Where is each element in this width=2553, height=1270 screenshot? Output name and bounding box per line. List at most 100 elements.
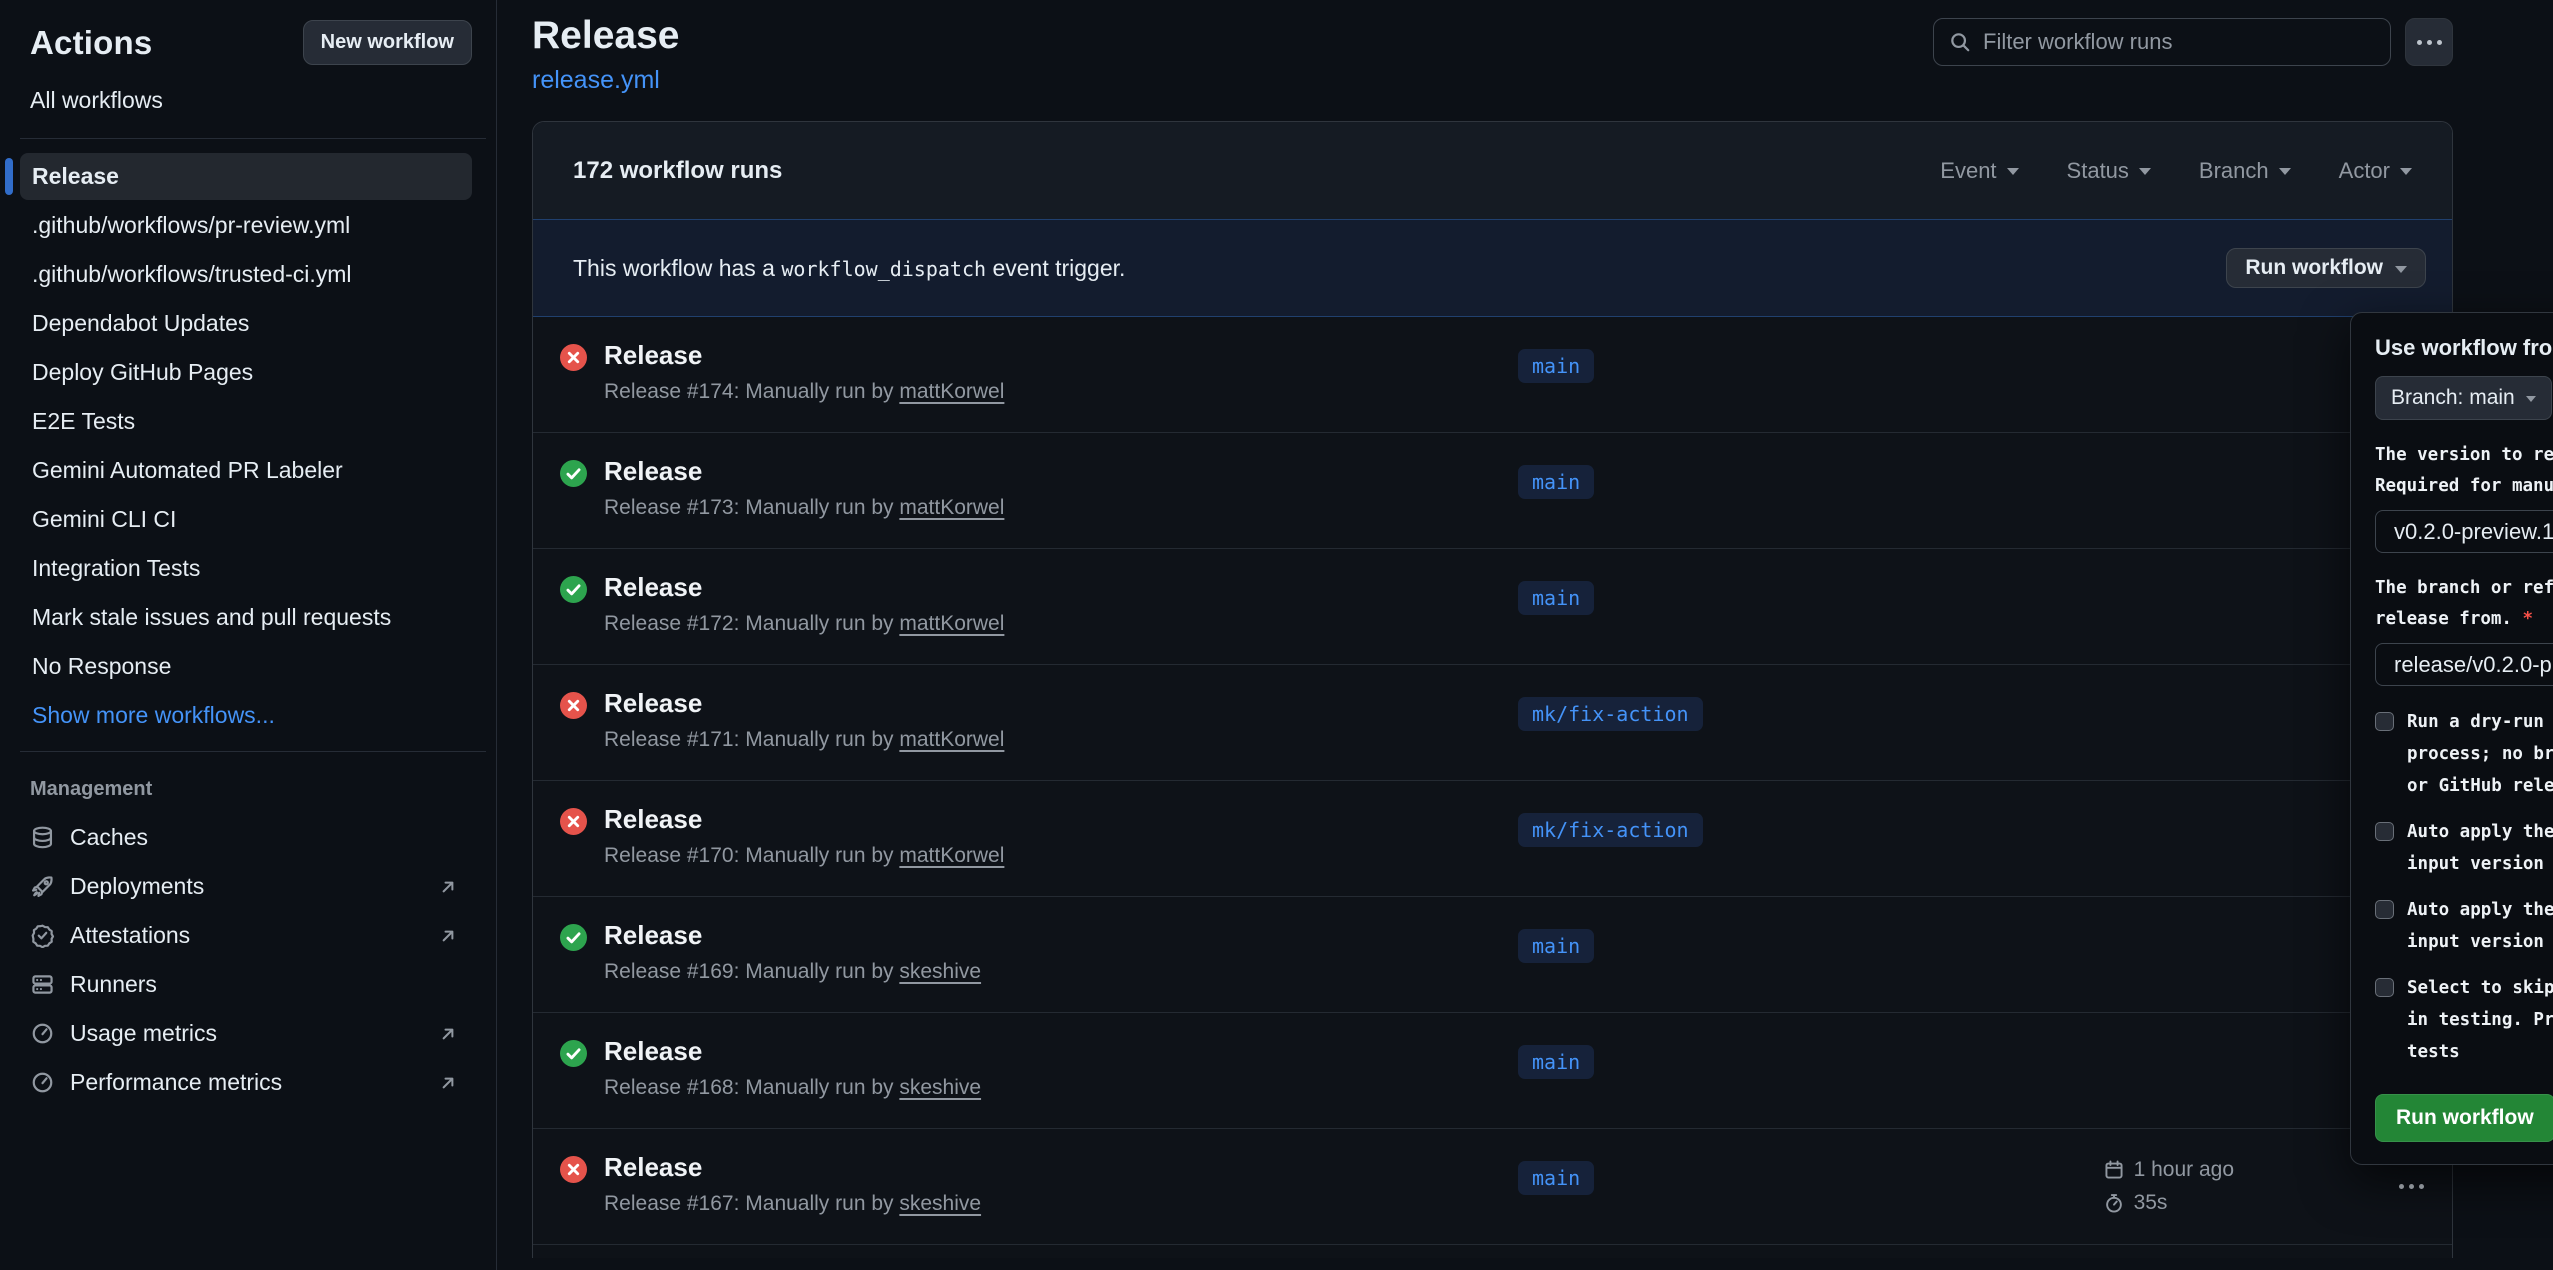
run-actor-link[interactable]: mattKorwel [899, 496, 1004, 519]
workflow-run-row[interactable]: Release Release #168: Manually run by sk… [533, 1013, 2452, 1129]
workflow-options-kebab-button[interactable] [2405, 18, 2453, 66]
checkbox[interactable] [2375, 712, 2394, 731]
branch-badge[interactable]: main [1518, 465, 1594, 499]
failure-x-icon [560, 808, 587, 835]
sidebar-management-item[interactable]: Runners [0, 960, 496, 1009]
branch-badge[interactable]: main [1518, 929, 1594, 963]
branch-badge[interactable]: main [1518, 1161, 1594, 1195]
branch-badge[interactable]: main [1518, 349, 1594, 383]
branch-badge[interactable]: mk/fix-action [1518, 813, 1703, 847]
checkbox[interactable] [2375, 900, 2394, 919]
sidebar-workflow-item[interactable]: Mark stale issues and pull requests [20, 594, 472, 641]
workflow-run-row[interactable]: Release Release #171: Manually run by ma… [533, 665, 2452, 781]
filter-dropdown[interactable]: Branch [2199, 158, 2291, 184]
workflow-run-row[interactable]: Release Release #173: Manually run by ma… [533, 433, 2452, 549]
filter-dropdown[interactable]: Status [2067, 158, 2151, 184]
run-status-icon [560, 692, 587, 719]
run-title-link[interactable]: Release [604, 572, 702, 603]
sidebar-workflow-item[interactable]: Deploy GitHub Pages [20, 349, 472, 396]
run-actor-link[interactable]: mattKorwel [899, 612, 1004, 635]
sidebar-workflow-item[interactable]: Gemini CLI CI [20, 496, 472, 543]
workflow-file-link[interactable]: release.yml [532, 66, 660, 95]
management-item-icon [30, 1021, 55, 1046]
run-actor-link[interactable]: mattKorwel [899, 380, 1004, 403]
run-actor-link[interactable]: mattKorwel [899, 844, 1004, 867]
branch-badge[interactable]: main [1518, 581, 1594, 615]
run-description: Release #172: Manually run by mattKorwel [604, 612, 1509, 636]
failure-x-icon [560, 344, 587, 371]
show-more-workflows-link[interactable]: Show more workflows... [20, 692, 472, 739]
run-kebab-menu[interactable] [2399, 1184, 2424, 1189]
sidebar-management-item[interactable]: Attestations [0, 911, 496, 960]
sidebar-workflow-item[interactable]: .github/workflows/pr-review.yml [20, 202, 472, 249]
management-item-icon [30, 874, 55, 899]
checkbox-label: Run a dry-run of the release process; no… [2407, 706, 2553, 802]
external-link-icon [438, 1024, 458, 1044]
run-actor-link[interactable]: mattKorwel [899, 728, 1004, 751]
dispatch-banner-text: This workflow has a workflow_dispatch ev… [573, 255, 1125, 282]
run-title-link[interactable]: Release [604, 1036, 702, 1067]
management-section-title: Management [0, 756, 496, 813]
workflow-run-row[interactable]: Release Release #169: Manually run by sk… [533, 897, 2452, 1013]
run-description: Release #169: Manually run by skeshive [604, 960, 1509, 984]
workflow-dispatch-banner: This workflow has a workflow_dispatch ev… [533, 219, 2452, 317]
sidebar-workflow-item[interactable]: Release [20, 153, 472, 200]
run-workflow-submit-button[interactable]: Run workflow [2375, 1094, 2553, 1142]
checkbox-row: Auto apply the preview release tag, inpu… [2375, 894, 2553, 958]
sidebar-management-item[interactable]: Caches [0, 813, 496, 862]
chevron-down-icon [2279, 168, 2291, 175]
sidebar-management-item[interactable]: Performance metrics [0, 1058, 496, 1107]
management-item-label: Runners [70, 971, 157, 998]
run-actor-link[interactable]: skeshive [899, 960, 981, 983]
checkbox[interactable] [2375, 822, 2394, 841]
run-actor-link[interactable]: skeshive [899, 1076, 981, 1099]
external-link-icon [438, 1073, 458, 1093]
sidebar-workflow-item[interactable]: Gemini Automated PR Labeler [20, 447, 472, 494]
checkbox[interactable] [2375, 978, 2394, 997]
filter-workflow-runs-searchbox[interactable] [1933, 18, 2391, 66]
sidebar-workflow-item[interactable]: Dependabot Updates [20, 300, 472, 347]
panel-checkbox-list: Run a dry-run of the release process; no… [2375, 706, 2553, 1068]
run-status-icon [560, 1040, 587, 1067]
filter-dropdown[interactable]: Actor [2339, 158, 2412, 184]
stopwatch-icon [2103, 1192, 2125, 1214]
run-time: 1 hour ago [2134, 1158, 2234, 1182]
branch-selector-button[interactable]: Branch: main [2375, 376, 2552, 420]
workflow-run-row[interactable]: Release Release #167: Manually run by sk… [533, 1129, 2452, 1245]
success-check-icon [560, 1040, 587, 1067]
runs-card-header: 172 workflow runs Event Status Branch Actor [533, 122, 2452, 219]
run-title-link[interactable]: Release [604, 920, 702, 951]
sidebar-management-item[interactable]: Usage metrics [0, 1009, 496, 1058]
workflow-dispatch-code: workflow_dispatch [781, 257, 986, 281]
run-status-icon [560, 808, 587, 835]
workflow-run-row[interactable]: Release Release #170: Manually run by ma… [533, 781, 2452, 897]
filter-dropdown[interactable]: Event [1940, 158, 2018, 184]
branch-badge[interactable]: mk/fix-action [1518, 697, 1703, 731]
sidebar-workflow-item[interactable]: .github/workflows/trusted-ci.yml [20, 251, 472, 298]
run-title-link[interactable]: Release [604, 1152, 702, 1183]
run-title-link[interactable]: Release [604, 688, 702, 719]
main-content: Release release.yml 172 workflow runs Ev… [497, 0, 2553, 1270]
new-workflow-button[interactable]: New workflow [303, 20, 472, 65]
sidebar-workflow-item[interactable]: E2E Tests [20, 398, 472, 445]
sidebar-title: Actions [30, 24, 152, 62]
run-workflow-dropdown-button[interactable]: Run workflow [2226, 248, 2426, 288]
branch-badge[interactable]: main [1518, 1045, 1594, 1079]
run-status-icon [560, 924, 587, 951]
run-title-link[interactable]: Release [604, 456, 702, 487]
filter-runs-input[interactable] [1983, 29, 2375, 55]
run-actor-link[interactable]: skeshive [899, 1192, 981, 1215]
workflow-run-row[interactable]: Release Release #174: Manually run by ma… [533, 317, 2452, 433]
sidebar-management-item[interactable]: Deployments [0, 862, 496, 911]
run-workflow-panel: Use workflow from Branch: main The versi… [2350, 312, 2553, 1165]
sidebar-workflow-item[interactable]: Integration Tests [20, 545, 472, 592]
ref-input[interactable] [2375, 643, 2553, 686]
sidebar-item-all-workflows[interactable]: All workflows [0, 65, 496, 134]
run-title-link[interactable]: Release [604, 340, 702, 371]
runs-count: 172 workflow runs [573, 157, 782, 185]
sidebar-workflow-item[interactable]: No Response [20, 643, 472, 690]
run-title-link[interactable]: Release [604, 804, 702, 835]
version-input[interactable] [2375, 510, 2553, 553]
workflow-run-row[interactable]: Release Release #172: Manually run by ma… [533, 549, 2452, 665]
management-item-icon [30, 825, 55, 850]
